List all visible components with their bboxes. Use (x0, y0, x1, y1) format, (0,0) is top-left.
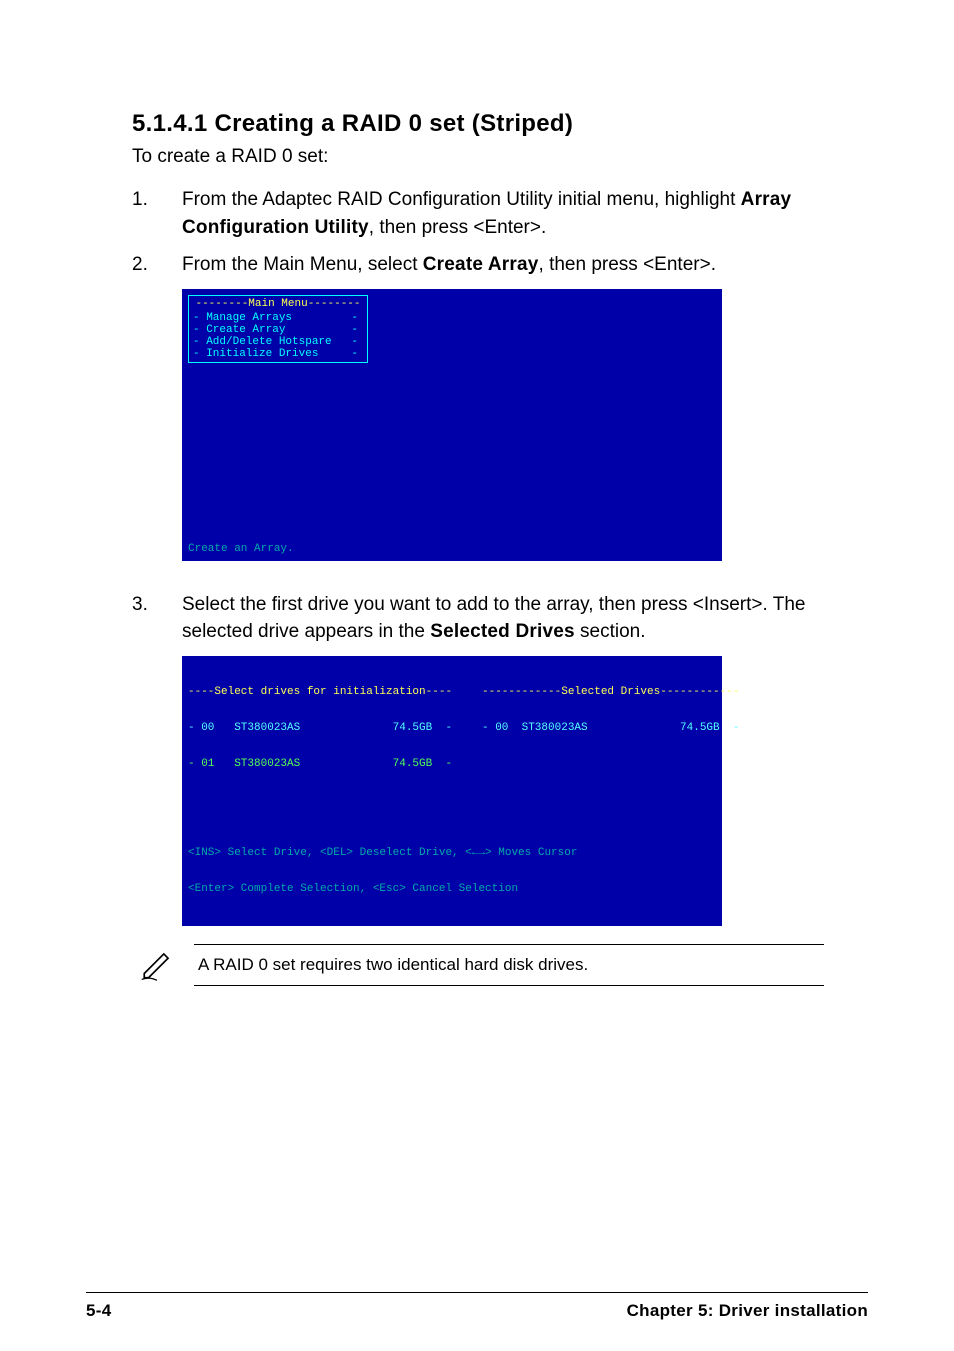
steps-list: 1. From the Adaptec RAID Configuration U… (132, 186, 824, 279)
step-2: 2. From the Main Menu, select Create Arr… (132, 251, 824, 279)
bios-menu-item: - Create Array - (193, 324, 363, 336)
step-number: 3. (132, 591, 182, 646)
step-text: From the Adaptec RAID Configuration Util… (182, 186, 824, 241)
bios-left-header: ----Select drives for initialization---- (188, 686, 452, 698)
step-number: 2. (132, 251, 182, 279)
page-number: 5-4 (86, 1301, 111, 1321)
bios-drive-row: - 00 ST380023AS 74.5GB - (188, 722, 452, 734)
bios-selected-row: - 00 ST380023AS 74.5GB - (482, 722, 739, 734)
bios-hint-line: <INS> Select Drive, <DEL> Deselect Drive… (188, 847, 577, 859)
text-pre: From the Adaptec RAID Configuration Util… (182, 189, 741, 210)
bios-menu-title: --------Main Menu-------- (193, 298, 363, 310)
step-3: 3. Select the first drive you want to ad… (132, 591, 824, 646)
text-post: section. (575, 621, 646, 642)
bios-menu-item: - Manage Arrays - (193, 312, 363, 324)
note-text: A RAID 0 set requires two identical hard… (194, 944, 824, 986)
text-post: , then press <Enter>. (539, 254, 716, 275)
bios-menu-box: --------Main Menu-------- - Manage Array… (188, 295, 368, 363)
step-1: 1. From the Adaptec RAID Configuration U… (132, 186, 824, 241)
note-block: A RAID 0 set requires two identical hard… (132, 944, 824, 986)
bios-menu-item: - Add/Delete Hotspare - (193, 336, 363, 348)
bios-footer-hints: <INS> Select Drive, <DEL> Deselect Drive… (188, 823, 577, 920)
steps-list-cont: 3. Select the first drive you want to ad… (132, 591, 824, 646)
note-icon (132, 948, 182, 982)
chapter-label: Chapter 5: Driver installation (627, 1301, 868, 1321)
bios-right-panel: ------------Selected Drives------------ … (482, 662, 739, 759)
bios-screenshot-select-drives: ----Select drives for initialization----… (182, 656, 722, 926)
bios-menu-item: - Initialize Drives - (193, 348, 363, 360)
text-bold: Selected Drives (430, 621, 575, 642)
section-heading: 5.1.4.1 Creating a RAID 0 set (Striped) (132, 110, 824, 138)
text-post: , then press <Enter>. (369, 217, 546, 238)
bios-right-header: ------------Selected Drives------------ (482, 686, 739, 698)
bios-drive-row: - 01 ST380023AS 74.5GB - (188, 758, 452, 770)
page-content: 5.1.4.1 Creating a RAID 0 set (Striped) … (132, 110, 824, 986)
bios-hint-line: <Enter> Complete Selection, <Esc> Cancel… (188, 883, 577, 895)
pencil-note-icon (140, 948, 174, 982)
bios-left-panel: ----Select drives for initialization----… (188, 662, 452, 795)
step-text: From the Main Menu, select Create Array,… (182, 251, 824, 279)
text-bold: Create Array (423, 254, 539, 275)
intro-text: To create a RAID 0 set: (132, 146, 824, 168)
step-number: 1. (132, 186, 182, 241)
bios-screenshot-main-menu: --------Main Menu-------- - Manage Array… (182, 289, 722, 561)
text-pre: From the Main Menu, select (182, 254, 423, 275)
step-text: Select the first drive you want to add t… (182, 591, 824, 646)
bios-status-line: Create an Array. (188, 543, 294, 555)
page-footer: 5-4 Chapter 5: Driver installation (86, 1292, 868, 1321)
